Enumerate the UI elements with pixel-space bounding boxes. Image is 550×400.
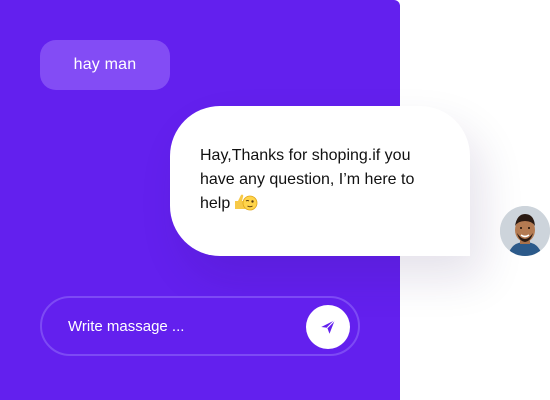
user-avatar-icon	[500, 206, 550, 256]
bot-message-bubble: Hay,Thanks for shoping.if you have any q…	[170, 106, 470, 256]
paper-plane-icon	[321, 319, 336, 334]
thumbs-up-winking-emoji-icon	[234, 193, 258, 211]
message-input[interactable]	[68, 298, 298, 354]
bot-message-text: Hay,Thanks for shoping.if you have any q…	[200, 147, 415, 212]
message-composer	[40, 296, 360, 356]
avatar[interactable]	[500, 206, 550, 256]
user-message-bubble: hay man	[40, 40, 170, 90]
user-message-text: hay man	[73, 56, 137, 73]
send-button[interactable]	[306, 305, 350, 349]
